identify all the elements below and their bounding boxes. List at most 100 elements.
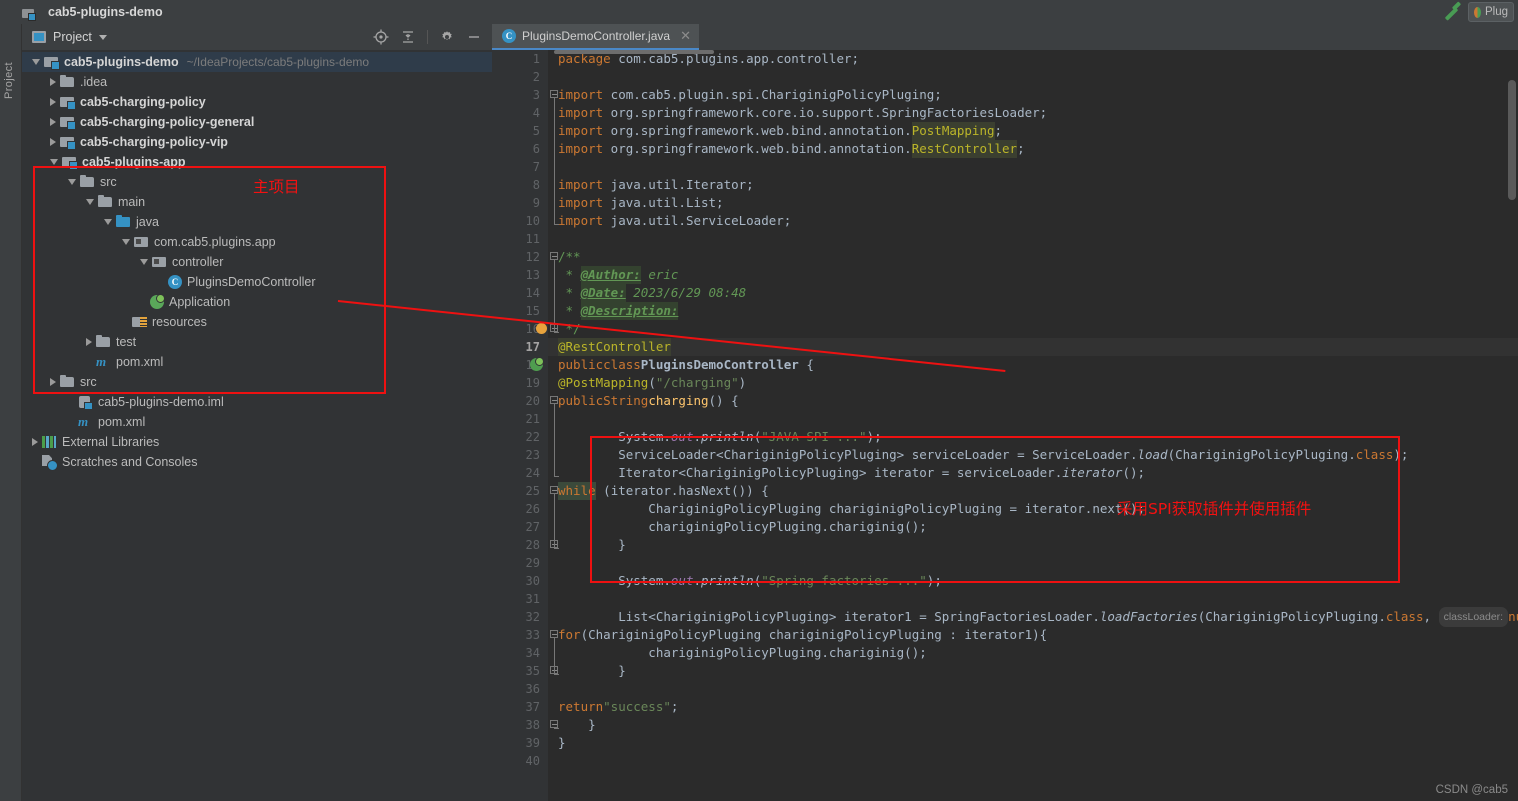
- code-line[interactable]: import com.cab5.plugin.spi.ChariginigPol…: [548, 86, 1518, 104]
- tree-node-cab5-charging-policy-vip[interactable]: cab5-charging-policy-vip: [22, 132, 492, 152]
- line-number: 14: [525, 286, 540, 300]
- tree-toggle-right-icon[interactable]: [50, 78, 56, 86]
- code-line[interactable]: System. out. println("Spring factories ...…: [548, 572, 1518, 590]
- code-line[interactable]: @PostMapping("/charging"): [548, 374, 1518, 392]
- code-line[interactable]: public class PluginsDemoController {: [548, 356, 1518, 374]
- editor-vertical-scrollbar[interactable]: [1508, 80, 1516, 200]
- code-line[interactable]: import java.util.Iterator;: [548, 176, 1518, 194]
- tree-toggle-down-icon[interactable]: [50, 159, 58, 165]
- line-number: 28: [525, 538, 540, 552]
- code-line[interactable]: }: [548, 716, 1518, 734]
- code-line[interactable]: for (ChariginigPolicyPluging chariginigPo…: [548, 626, 1518, 644]
- tree-node-controller[interactable]: controller: [22, 252, 492, 272]
- tree-node-test[interactable]: test: [22, 332, 492, 352]
- tree-node-pluginsdemocontroller[interactable]: C PluginsDemoController: [22, 272, 492, 292]
- code-line[interactable]: [548, 230, 1518, 248]
- tree-node-pom-xml[interactable]: m pom.xml: [22, 412, 492, 432]
- bookmark-dot-icon[interactable]: [536, 323, 547, 334]
- line-number: 40: [525, 754, 540, 768]
- collapse-all-icon[interactable]: [400, 29, 416, 45]
- code-line[interactable]: Iterator<ChariginigPolicyPluging> iterat…: [548, 464, 1518, 482]
- tree-node-scratches-and-consoles[interactable]: Scratches and Consoles: [22, 452, 492, 472]
- code-line[interactable]: List<ChariginigPolicyPluging> iterator1 …: [548, 607, 1518, 627]
- code-line[interactable]: [548, 752, 1518, 770]
- code-line[interactable]: [548, 590, 1518, 608]
- code-line[interactable]: ChariginigPolicyPluging chariginigPolicy…: [548, 500, 1518, 518]
- tree-node-cab5-plugins-demo-iml[interactable]: cab5-plugins-demo.iml: [22, 392, 492, 412]
- tree-node-idea[interactable]: .idea: [22, 72, 492, 92]
- code-line[interactable]: import java.util.ServiceLoader;: [548, 212, 1518, 230]
- tree-node-cab5-charging-policy-general[interactable]: cab5-charging-policy-general: [22, 112, 492, 132]
- editor-horizontal-scrollbar[interactable]: [554, 50, 714, 54]
- tree-node-pom-xml[interactable]: m pom.xml: [22, 352, 492, 372]
- spring-bean-gutter-icon[interactable]: [530, 357, 544, 371]
- code-line[interactable]: while (iterator.hasNext()) {: [548, 482, 1518, 500]
- code-line[interactable]: import org.springframework.core.io.suppo…: [548, 104, 1518, 122]
- code-line[interactable]: chariginigPolicyPluging.chariginig();: [548, 644, 1518, 662]
- hammer-icon[interactable]: [1442, 3, 1462, 21]
- tree-node-cab5-charging-policy[interactable]: cab5-charging-policy: [22, 92, 492, 112]
- tree-node-label: .idea: [80, 75, 108, 89]
- line-number: 38: [525, 718, 540, 732]
- line-number: 5: [532, 124, 540, 138]
- code-line[interactable]: chariginigPolicyPluging.chariginig();: [548, 518, 1518, 536]
- run-configuration-selector[interactable]: Plug: [1468, 2, 1514, 22]
- gear-icon[interactable]: [439, 29, 455, 45]
- code-line[interactable]: import org.springframework.web.bind.anno…: [548, 122, 1518, 140]
- code-line[interactable]: * @Author: eric: [548, 266, 1518, 284]
- tree-node-cab5-plugins-demo[interactable]: cab5-plugins-demo ~/IdeaProjects/cab5-plu…: [22, 52, 492, 72]
- code-line[interactable]: return "success";: [548, 698, 1518, 716]
- code-line[interactable]: }: [548, 536, 1518, 554]
- project-tool-window: Project cab5-plugins-demo ~/IdeaProjects…: [22, 24, 492, 801]
- tree-node-resources[interactable]: resources: [22, 312, 492, 332]
- code-line[interactable]: /**: [548, 248, 1518, 266]
- tree-node-java[interactable]: java: [22, 212, 492, 232]
- code-line[interactable]: @RestController: [548, 338, 1518, 356]
- code-line[interactable]: [548, 410, 1518, 428]
- line-number: 33: [525, 628, 540, 642]
- tree-toggle-right-icon[interactable]: [86, 338, 92, 346]
- project-tree[interactable]: cab5-plugins-demo ~/IdeaProjects/cab5-plu…: [22, 50, 492, 801]
- code-line[interactable]: * @Date: 2023/6/29 08:48: [548, 284, 1518, 302]
- editor-gutter[interactable]: 1234567891011121314151617181920212223242…: [492, 50, 548, 801]
- code-line[interactable]: [548, 680, 1518, 698]
- code-text[interactable]: package com.cab5.plugins.app.controller;…: [548, 50, 1518, 801]
- tree-node-external-libraries[interactable]: External Libraries: [22, 432, 492, 452]
- tree-toggle-down-icon[interactable]: [32, 59, 40, 65]
- toolbar-separator: [427, 30, 428, 44]
- code-line[interactable]: [548, 554, 1518, 572]
- tree-node-src[interactable]: src: [22, 372, 492, 392]
- tree-toggle-right-icon[interactable]: [50, 98, 56, 106]
- tree-toggle-down-icon[interactable]: [86, 199, 94, 205]
- tree-node-label: src: [80, 375, 97, 389]
- code-line[interactable]: * @Description:: [548, 302, 1518, 320]
- stripe-button-project[interactable]: Project: [3, 62, 15, 99]
- tree-toggle-right-icon[interactable]: [50, 378, 56, 386]
- tree-toggle-right-icon[interactable]: [50, 138, 56, 146]
- tree-node-label: PluginsDemoController: [187, 275, 316, 289]
- code-line[interactable]: ServiceLoader<ChariginigPolicyPluging> s…: [548, 446, 1518, 464]
- chevron-down-icon[interactable]: [98, 34, 107, 40]
- code-line[interactable]: }: [548, 734, 1518, 752]
- tree-toggle-right-icon[interactable]: [32, 438, 38, 446]
- tree-toggle-down-icon[interactable]: [122, 239, 130, 245]
- locate-icon[interactable]: [373, 29, 389, 45]
- tree-node-com-cab5-plugins-app[interactable]: com.cab5.plugins.app: [22, 232, 492, 252]
- code-line[interactable]: [548, 68, 1518, 86]
- code-line[interactable]: }: [548, 662, 1518, 680]
- tree-toggle-down-icon[interactable]: [104, 219, 112, 225]
- tree-node-cab5-plugins-app[interactable]: cab5-plugins-app: [22, 152, 492, 172]
- line-number: 19: [525, 376, 540, 390]
- tree-toggle-right-icon[interactable]: [50, 118, 56, 126]
- code-line[interactable]: [548, 158, 1518, 176]
- code-line[interactable]: import java.util.List;: [548, 194, 1518, 212]
- close-icon[interactable]: ✕: [680, 28, 691, 44]
- tree-toggle-down-icon[interactable]: [68, 179, 76, 185]
- code-line[interactable]: public String charging() {: [548, 392, 1518, 410]
- code-line[interactable]: */: [548, 320, 1518, 338]
- editor-tab-plugins-demo-controller[interactable]: C PluginsDemoController.java ✕: [492, 24, 699, 50]
- code-line[interactable]: import org.springframework.web.bind.anno…: [548, 140, 1518, 158]
- minimize-icon[interactable]: [466, 29, 482, 45]
- tree-toggle-down-icon[interactable]: [140, 259, 148, 265]
- code-line[interactable]: System. out. println("JAVA SPI ...");: [548, 428, 1518, 446]
